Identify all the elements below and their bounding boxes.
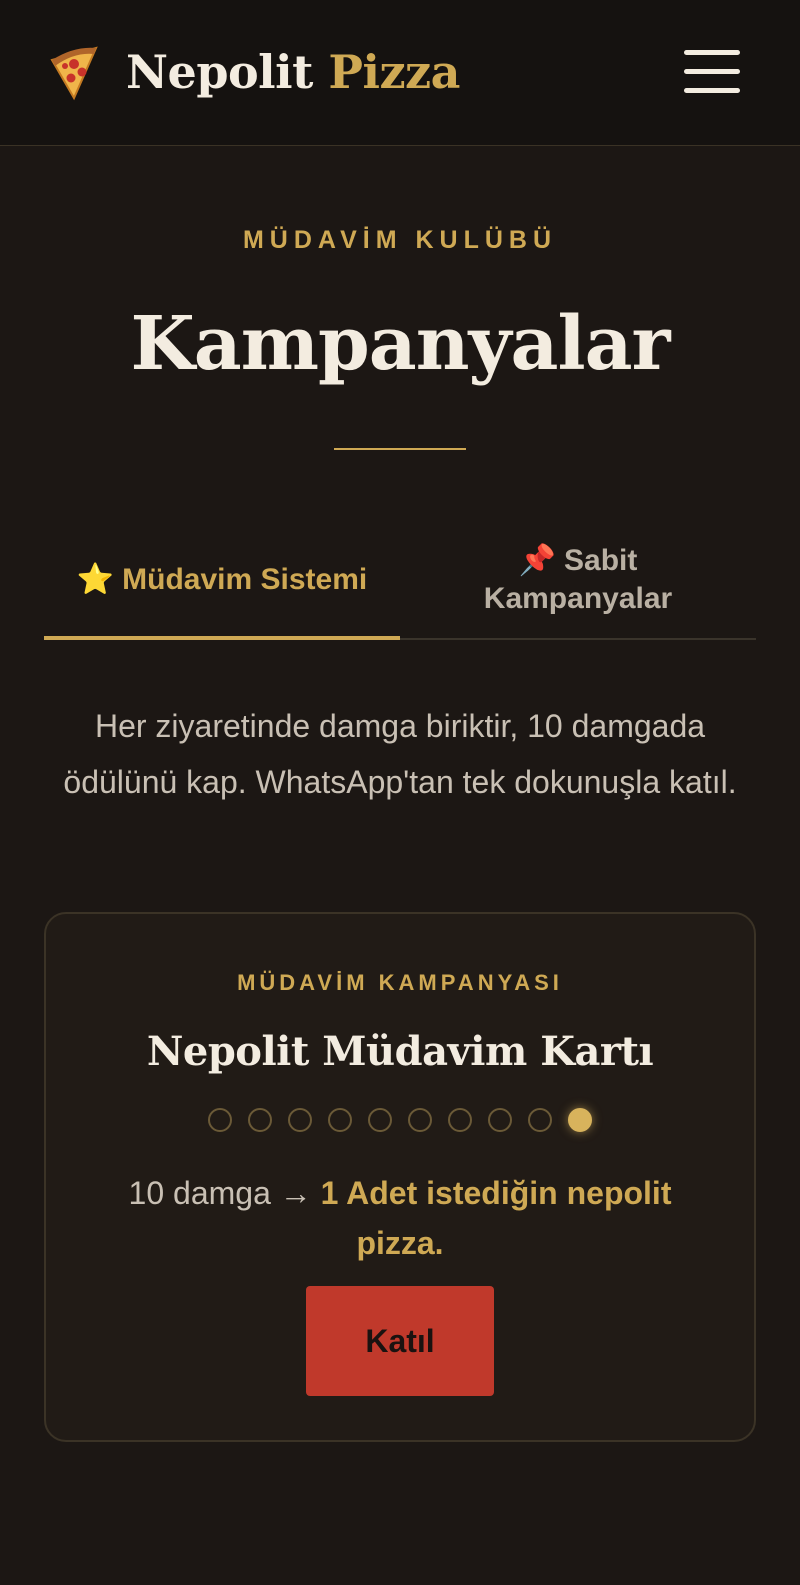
reward-highlight: 1 Adet istediğin nepolit pizza. — [320, 1175, 672, 1261]
stamp-empty — [448, 1108, 472, 1132]
site-header: Nepolit Pizza — [0, 0, 800, 146]
page: Nepolit Pizza MÜDAVİM KULÜBÜ Kampanyalar… — [0, 0, 800, 1585]
stamp-progress — [46, 1106, 754, 1134]
tab-loyalty-system[interactable]: ⭐ Müdavim Sistemi — [44, 520, 400, 640]
brand-name: Nepolit — [126, 45, 313, 99]
tab-label: Müdavim Sistemi — [122, 563, 368, 596]
stamp-empty — [488, 1108, 512, 1132]
reward-prefix: 10 damga → — [128, 1175, 312, 1211]
pushpin-icon: 📌 — [518, 544, 556, 577]
tab-label: Sabit Kampanyalar — [483, 544, 673, 615]
hamburger-menu-icon[interactable] — [682, 48, 742, 96]
stamp-empty — [328, 1108, 352, 1132]
stamp-empty — [368, 1108, 392, 1132]
card-title: Nepolit Müdavim Kartı — [146, 1028, 654, 1075]
campaign-description: Her ziyaretinde damga biriktir, 10 damga… — [63, 708, 737, 800]
campaign-tabs: ⭐ Müdavim Sistemi 📌 Sabit Kampanyalar — [44, 520, 756, 640]
stamp-filled — [568, 1108, 592, 1132]
brand-title[interactable]: Nepolit Pizza — [126, 42, 460, 102]
star-icon: ⭐ — [76, 563, 115, 596]
loyalty-card: MÜDAVİM KAMPANYASI Nepolit Müdavim Kartı… — [44, 912, 756, 1442]
tab-fixed-campaigns[interactable]: 📌 Sabit Kampanyalar — [400, 520, 756, 640]
title-divider — [334, 448, 466, 450]
reward-text: 10 damga → 1 Adet istediğin nepolit pizz… — [86, 1168, 714, 1268]
stamp-empty — [248, 1108, 272, 1132]
pizza-slice-icon — [50, 46, 98, 101]
stamp-empty — [288, 1108, 312, 1132]
join-button[interactable]: Katıl — [306, 1286, 494, 1396]
active-tab-indicator — [44, 636, 400, 640]
stamp-empty — [528, 1108, 552, 1132]
page-title: Kampanyalar — [130, 301, 670, 387]
section-eyebrow: MÜDAVİM KULÜBÜ — [242, 226, 558, 254]
stamp-empty — [408, 1108, 432, 1132]
stamp-empty — [208, 1108, 232, 1132]
card-eyebrow: MÜDAVİM KAMPANYASI — [237, 970, 563, 995]
brand-accent: Pizza — [328, 45, 460, 99]
